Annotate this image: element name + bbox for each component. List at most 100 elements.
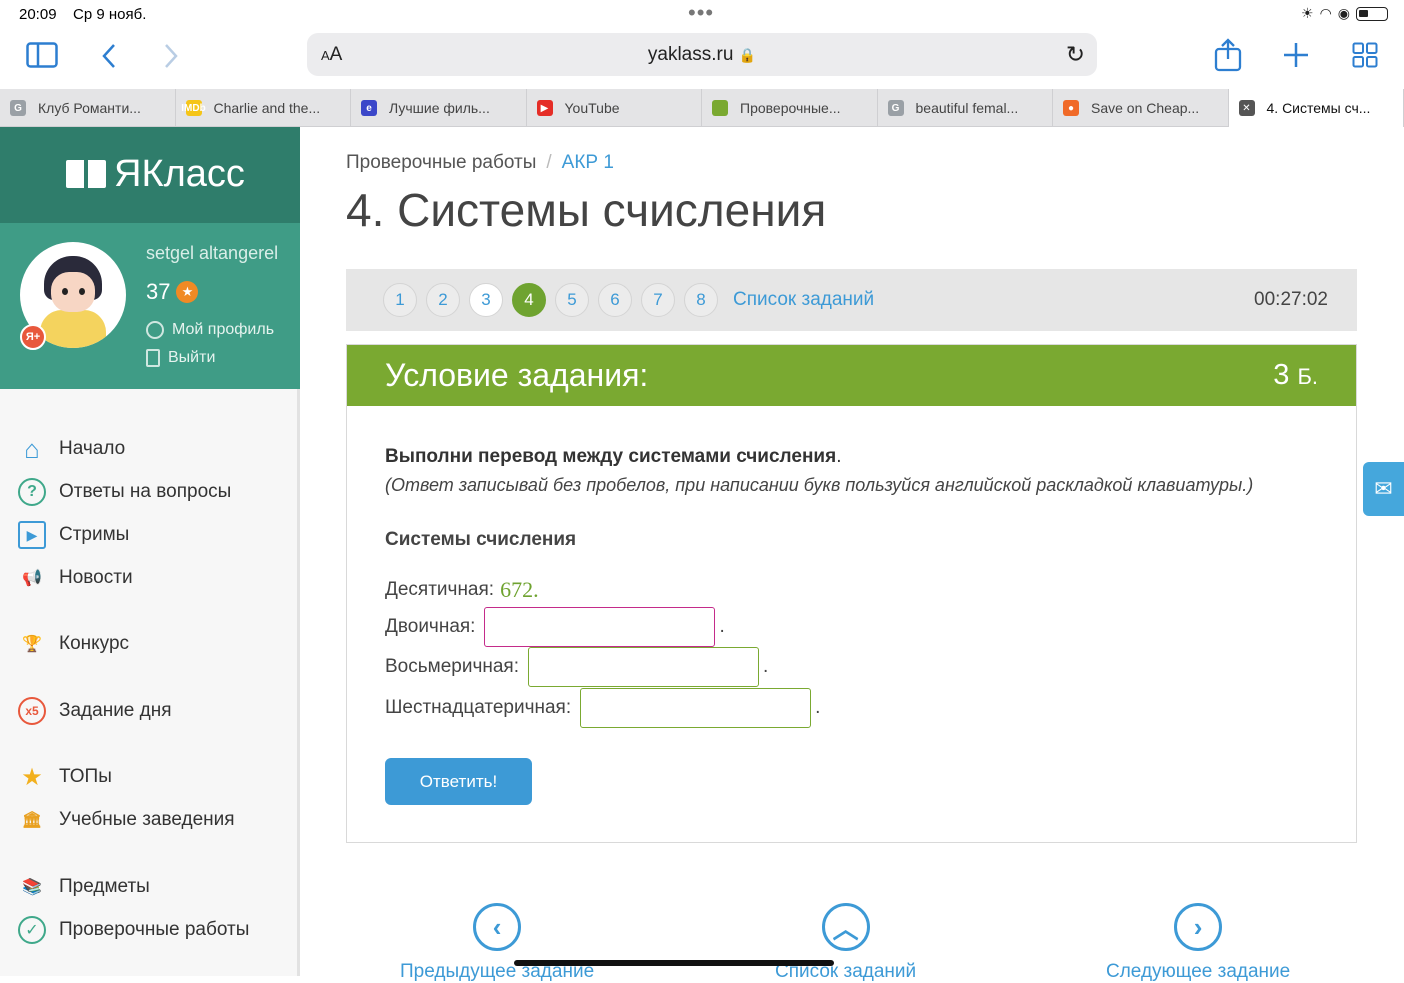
- feedback-mail-icon[interactable]: ✉: [1363, 462, 1404, 516]
- section-title: Системы счисления: [385, 529, 576, 551]
- browser-tab[interactable]: IMDbCharlie and the...: [176, 89, 352, 127]
- question-number-button[interactable]: 2: [426, 283, 460, 317]
- binary-input[interactable]: [484, 607, 715, 647]
- sidebar-item-label: ТОПы: [59, 766, 112, 788]
- star-icon: ★: [18, 763, 46, 791]
- status-time: 20:09: [19, 6, 57, 23]
- tab-favicon-icon: G: [10, 100, 26, 116]
- hex-input[interactable]: [580, 688, 811, 728]
- next-task-label[interactable]: Следующее задание: [1106, 961, 1290, 983]
- question-number-button[interactable]: 1: [383, 283, 417, 317]
- binary-label: Двоичная:: [385, 616, 475, 638]
- tab-favicon-icon: ▶: [537, 100, 553, 116]
- browser-tab[interactable]: ●Save on Cheap...: [1053, 89, 1229, 127]
- profile-panel: Я+ setgel altangerel 37 ★ Мой профиль Вы…: [0, 223, 300, 389]
- breadcrumb-separator: /: [546, 152, 551, 173]
- octal-input[interactable]: [528, 647, 759, 687]
- play-icon: ▶: [18, 521, 46, 549]
- logout-link[interactable]: Выйти: [146, 349, 215, 367]
- decimal-label: Десятичная:: [385, 579, 494, 601]
- sidebar-item[interactable]: x5Задание дня: [18, 697, 172, 725]
- tab-label: beautiful femal...: [916, 100, 1019, 116]
- question-number-button[interactable]: 4: [512, 283, 546, 317]
- hex-label: Шестнадцатеричная:: [385, 697, 571, 719]
- sidebar-item[interactable]: ⌂Начало: [18, 435, 125, 463]
- multitask-dots-icon[interactable]: •••: [688, 0, 714, 26]
- new-tab-icon[interactable]: [1283, 42, 1309, 72]
- question-number-button[interactable]: 8: [684, 283, 718, 317]
- sidebar-item[interactable]: ✓Проверочные работы: [18, 916, 249, 944]
- tab-label: 4. Системы сч...: [1267, 100, 1371, 116]
- task-list-link[interactable]: Список заданий: [733, 289, 874, 311]
- task-card: Условие задания: 3 Б. Выполни перевод ме…: [346, 344, 1357, 843]
- brightness-icon: ☀: [1301, 5, 1314, 22]
- breadcrumb-current[interactable]: АКР 1: [562, 152, 614, 173]
- home-indicator[interactable]: [514, 960, 834, 966]
- question-number-button[interactable]: 3: [469, 283, 503, 317]
- octal-row: Восьмеричная: .: [385, 647, 768, 687]
- sidebar-toggle-icon[interactable]: [26, 42, 58, 72]
- chevron-left-icon[interactable]: ‹: [473, 903, 521, 951]
- sidebar-item[interactable]: ▶Стримы: [18, 521, 129, 549]
- chevron-up-icon[interactable]: ︿: [822, 903, 870, 951]
- address-bar[interactable]: AA yaklass.ru 🔒 ↻: [307, 33, 1097, 76]
- sidebar-item[interactable]: 🏛 Учебные заведения: [18, 806, 235, 834]
- browser-tab[interactable]: eЛучшие филь...: [351, 89, 527, 127]
- question-number-button[interactable]: 5: [555, 283, 589, 317]
- timer: 00:27:02: [1254, 289, 1328, 311]
- forward-icon[interactable]: [162, 42, 180, 74]
- status-date: Ср 9 нояб.: [73, 6, 146, 23]
- books-icon: 📚: [18, 873, 46, 901]
- chevron-right-icon[interactable]: ›: [1174, 903, 1222, 951]
- star-points-icon: ★: [176, 281, 198, 303]
- task-list-nav[interactable]: ︿ Список заданий: [775, 903, 916, 983]
- main-content: Проверочные работы / АКР 1 4. Системы счис…: [303, 127, 1404, 976]
- reload-icon[interactable]: ↻: [1066, 41, 1085, 68]
- trophy-icon: 🏆: [18, 630, 46, 658]
- sidebar-item[interactable]: 🏆Конкурс: [18, 630, 129, 658]
- binary-dot: .: [719, 616, 724, 638]
- question-number-button[interactable]: 6: [598, 283, 632, 317]
- breadcrumb-parent[interactable]: Проверочные работы: [346, 152, 536, 173]
- browser-tab[interactable]: GКлуб Романти...: [0, 89, 176, 127]
- browser-tab-bar: GКлуб Романти...IMDbCharlie and the...eЛ…: [0, 89, 1404, 127]
- logo-text: ЯКласс: [114, 153, 245, 196]
- tab-overview-icon[interactable]: [1352, 42, 1378, 72]
- lock-icon: 🔒: [739, 47, 756, 63]
- my-profile-link[interactable]: Мой профиль: [146, 321, 274, 339]
- sidebar-item-label: Учебные заведения: [59, 809, 235, 831]
- tab-favicon-icon: IMDb: [186, 100, 202, 116]
- share-icon[interactable]: [1214, 38, 1242, 76]
- sidebar-item-label: Начало: [59, 438, 125, 460]
- question-number-button[interactable]: 7: [641, 283, 675, 317]
- sidebar-item[interactable]: 📢Новости: [18, 564, 133, 592]
- browser-tab[interactable]: ✕4. Системы сч...: [1229, 89, 1404, 127]
- url-text[interactable]: yaklass.ru 🔒: [307, 44, 1097, 66]
- premium-badge: Я+: [20, 324, 46, 350]
- prev-task-nav[interactable]: ‹ Предыдущее задание: [400, 903, 594, 983]
- next-task-nav[interactable]: › Следующее задание: [1106, 903, 1290, 983]
- submit-answer-button[interactable]: Ответить!: [385, 758, 532, 805]
- school-icon: 🏛: [18, 806, 46, 834]
- sidebar-item[interactable]: 📚Предметы: [18, 873, 150, 901]
- battery-icon: [1356, 7, 1388, 21]
- book-logo-icon: [66, 160, 106, 190]
- orientation-lock-icon: ◉: [1338, 5, 1350, 22]
- browser-tab[interactable]: Gbeautiful femal...: [878, 89, 1054, 127]
- username: setgel altangerel: [146, 243, 278, 264]
- back-icon[interactable]: [100, 42, 118, 74]
- site-logo[interactable]: ЯКласс: [66, 153, 245, 196]
- sidebar-item-label: Проверочные работы: [59, 919, 249, 941]
- sidebar-item[interactable]: ★ ТОПы: [18, 763, 112, 791]
- hex-dot: .: [815, 697, 820, 719]
- tab-label: Лучшие филь...: [389, 100, 490, 116]
- decimal-row: Десятичная: 672.: [385, 577, 539, 603]
- sidebar-item-label: Ответы на вопросы: [59, 481, 231, 503]
- sidebar-item[interactable]: ?Ответы на вопросы: [18, 478, 231, 506]
- tab-favicon-icon: [712, 100, 728, 116]
- browser-tab[interactable]: ▶YouTube: [527, 89, 703, 127]
- megaphone-icon: 📢: [18, 564, 46, 592]
- task-points: 3 Б.: [1273, 359, 1318, 392]
- sidebar-item-label: Задание дня: [59, 700, 172, 722]
- browser-tab[interactable]: Проверочные...: [702, 89, 878, 127]
